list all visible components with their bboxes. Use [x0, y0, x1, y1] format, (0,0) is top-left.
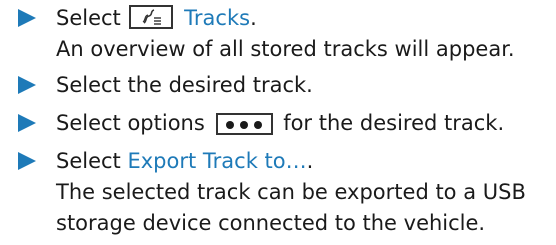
step-arrow-icon: [18, 76, 36, 94]
dot-icon: [225, 121, 234, 129]
step-1-line-2: An overview of all stored tracks will ap…: [56, 37, 515, 61]
instruction-steps: Select Tracks. An overview of all stored…: [0, 3, 556, 244]
step-3-text-after: for the desired track.: [283, 111, 505, 135]
dot-icon: [239, 121, 248, 129]
step-4-line-1: Select Export Track to….: [56, 146, 556, 177]
dot-icon: [253, 121, 262, 129]
step-select-options: Select options for the desired track.: [0, 108, 556, 139]
step-select-tracks: Select Tracks. An overview of all stored…: [0, 3, 556, 65]
step-3-text-before: Select options: [56, 111, 205, 135]
instruction-page: Select Tracks. An overview of all stored…: [0, 0, 556, 245]
step-select-track: Select the desired track.: [0, 70, 556, 101]
step-arrow-icon: [18, 152, 36, 170]
step-1-line-1: Select Tracks.: [56, 3, 556, 34]
tracks-icon: [129, 5, 174, 29]
tracks-link: Tracks: [184, 6, 251, 30]
step-2-line-1: Select the desired track.: [56, 73, 313, 97]
step-4-line-3: storage device connected to the vehicle.: [56, 211, 486, 235]
step-4-line-2: The selected track can be exported to a …: [56, 180, 526, 204]
step-1-text-before: Select: [56, 6, 121, 30]
step-arrow-icon: [18, 114, 36, 132]
step-1-text-after: .: [250, 6, 257, 30]
export-track-link: Export Track to…: [127, 149, 307, 173]
step-4-text-after: .: [306, 149, 314, 173]
step-arrow-icon: [18, 9, 36, 27]
step-3-line-1: Select options for the desired track.: [56, 108, 556, 139]
options-icon: [215, 113, 273, 135]
step-4-text-before: Select: [56, 149, 121, 173]
step-export-track: Select Export Track to…. The selected tr…: [0, 146, 556, 239]
